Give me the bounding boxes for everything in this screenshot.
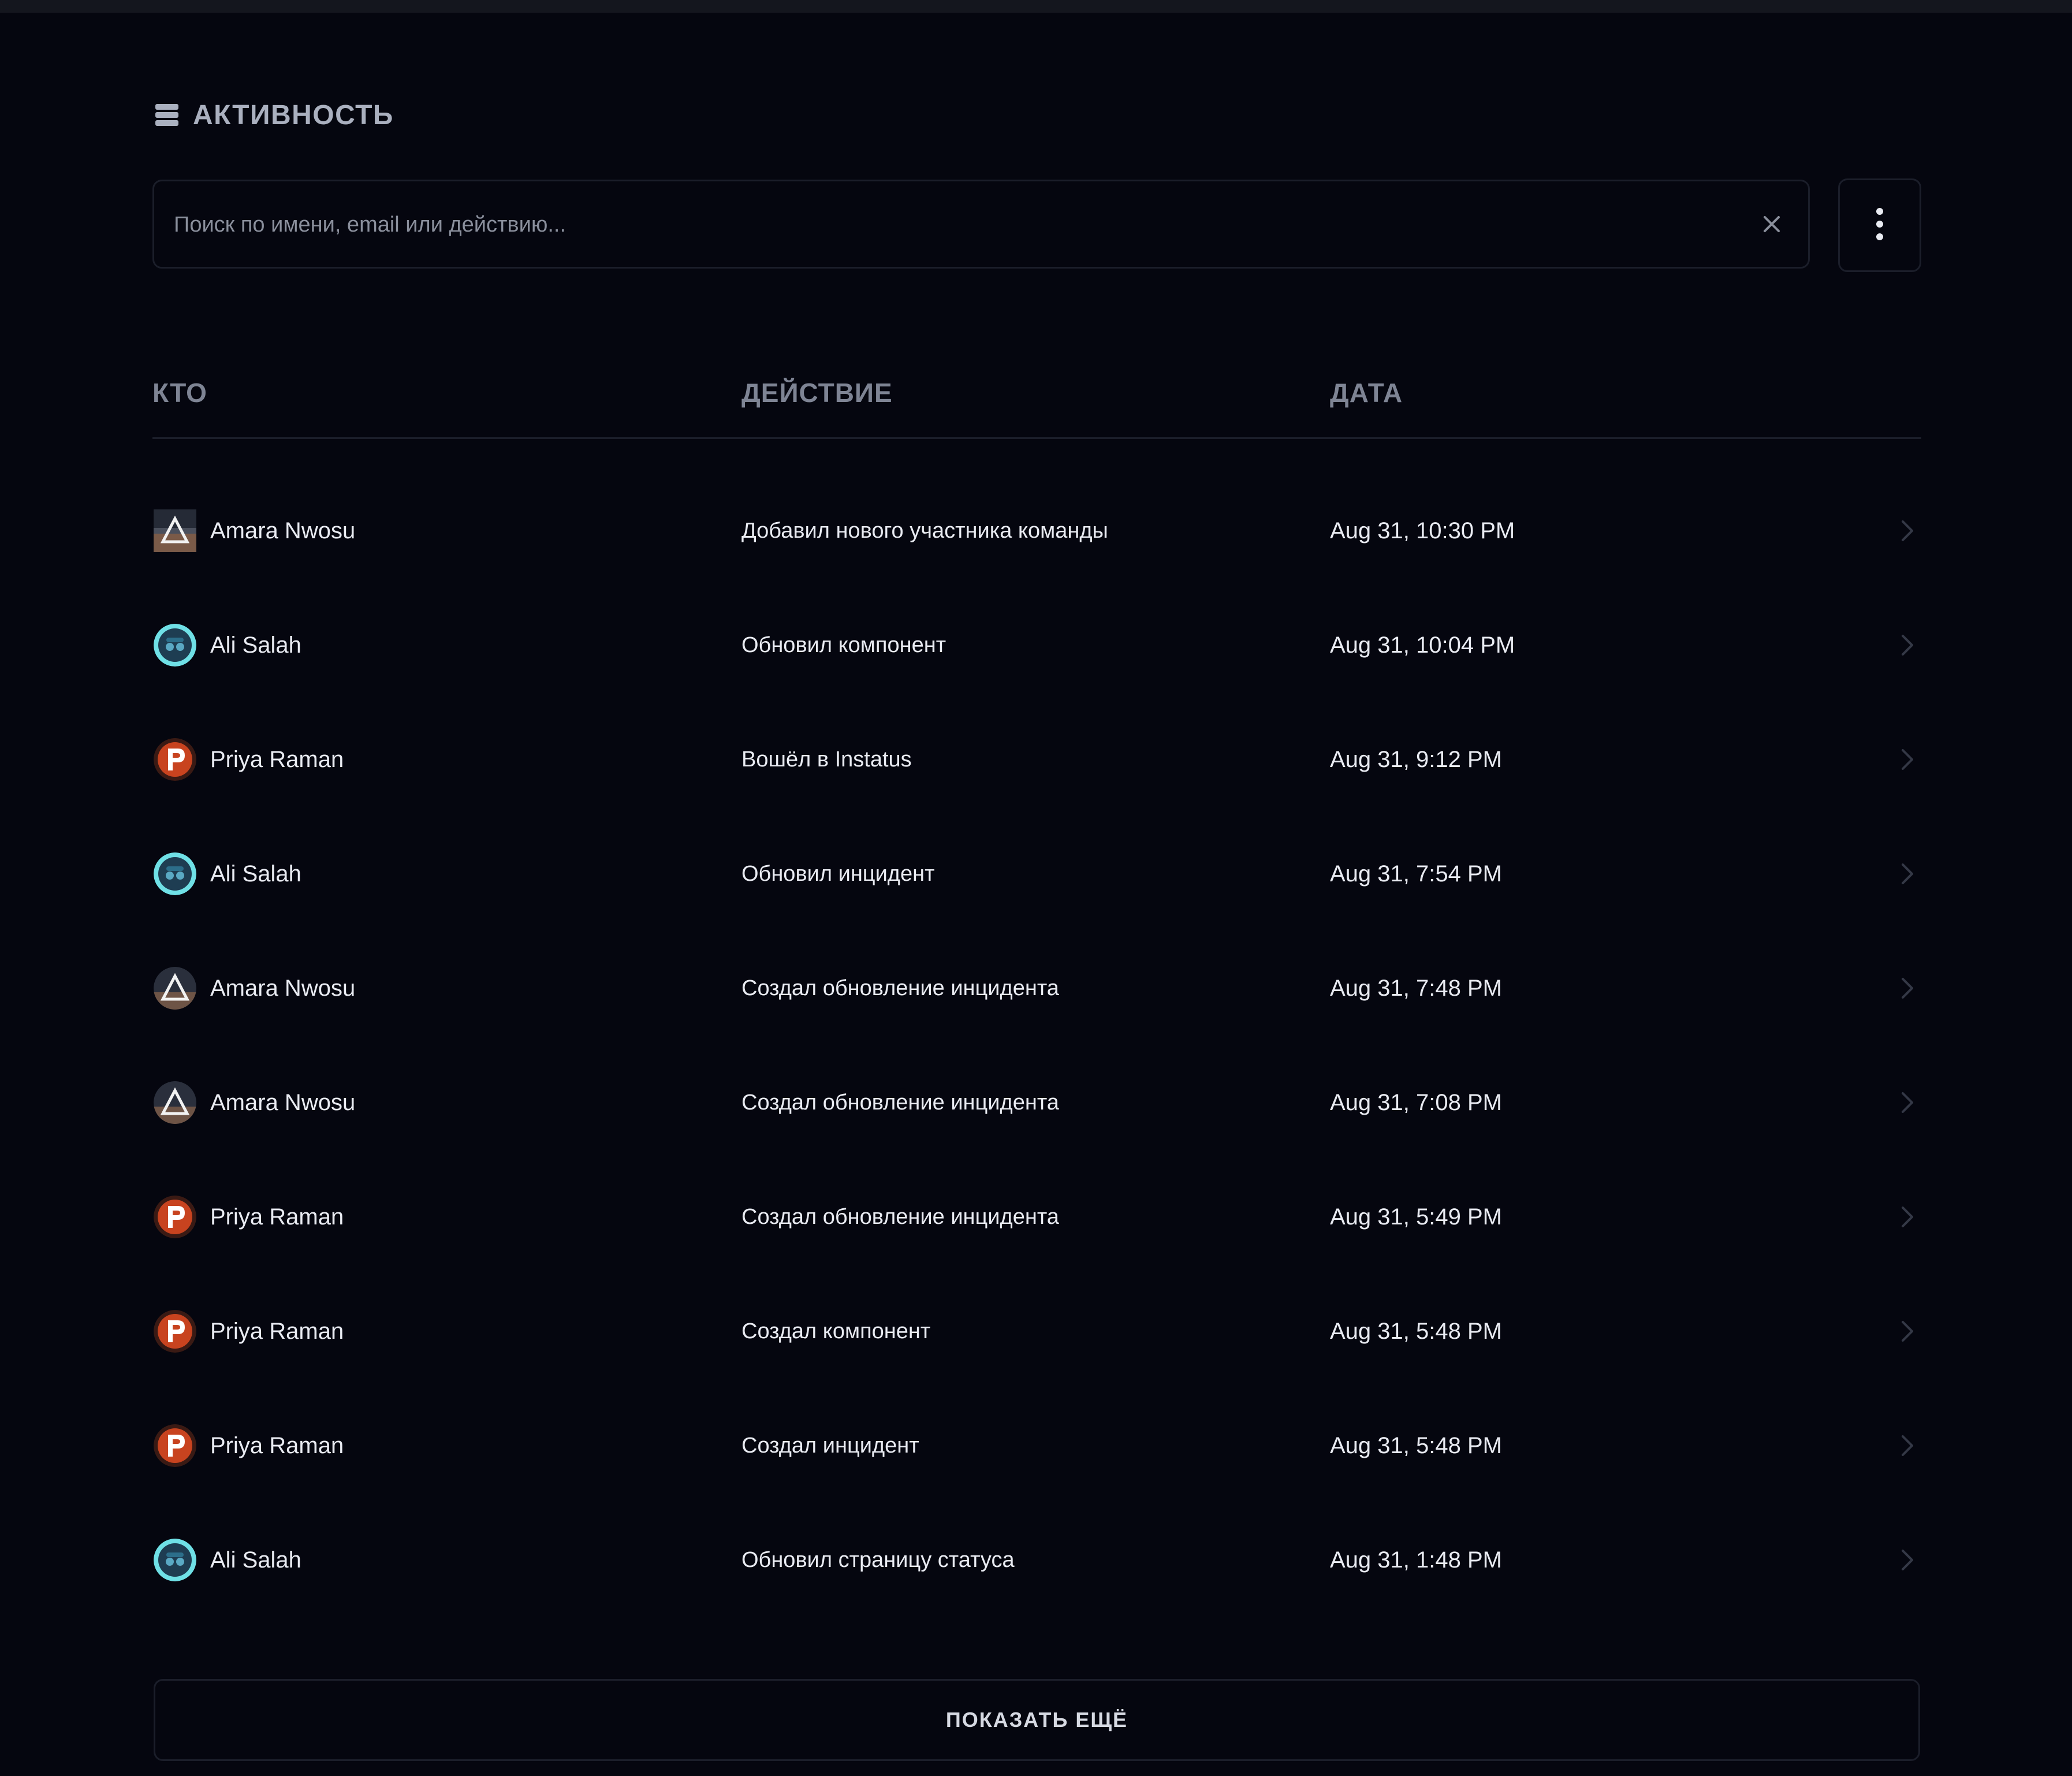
avatar <box>154 509 196 552</box>
action-cell: Создал обновление инцидента <box>741 1090 1059 1115</box>
date-cell: Aug 31, 1:48 PM <box>1330 1547 1502 1573</box>
user-name: Amara Nwosu <box>210 975 356 1001</box>
column-header-date: ДАТА <box>1330 378 1403 408</box>
date-cell: Aug 31, 5:48 PM <box>1330 1318 1502 1344</box>
chevron-right-icon <box>1894 517 1921 545</box>
table-row[interactable]: Priya Raman Создал обновление инцидента … <box>152 1160 1921 1274</box>
who-cell: Amara Nwosu <box>154 474 355 588</box>
page-title: АКТИВНОСТЬ <box>193 99 394 131</box>
date-cell: Aug 31, 10:30 PM <box>1330 517 1515 543</box>
column-header-who: КТО <box>152 378 207 408</box>
who-cell: Priya Raman <box>154 1160 344 1274</box>
layers-icon <box>154 102 180 128</box>
table-row[interactable]: Amara Nwosu Создал обновление инцидента … <box>152 931 1921 1045</box>
date-cell: Aug 31, 5:49 PM <box>1330 1204 1502 1230</box>
action-cell: Добавил нового участника команды <box>741 518 1108 543</box>
table-row[interactable]: Ali Salah Обновил страницу статуса Aug 3… <box>152 1503 1921 1617</box>
who-cell: Amara Nwosu <box>154 931 355 1045</box>
action-cell: Создал обновление инцидента <box>741 1204 1059 1229</box>
chevron-right-icon <box>1894 1317 1921 1345</box>
user-name: Priya Raman <box>210 746 344 772</box>
who-cell: Priya Raman <box>154 1388 344 1503</box>
chevron-right-icon <box>1894 746 1921 773</box>
date-cell: Aug 31, 7:08 PM <box>1330 1089 1502 1115</box>
date-cell: Aug 31, 5:48 PM <box>1330 1432 1502 1458</box>
user-name: Priya Raman <box>210 1318 344 1344</box>
chevron-right-icon <box>1894 974 1921 1002</box>
close-icon[interactable] <box>1757 210 1786 239</box>
table-row[interactable]: Priya Raman Вошёл в Instatus Aug 31, 9:1… <box>152 702 1921 817</box>
top-bar <box>0 0 2072 13</box>
show-more-button[interactable]: ПОКАЗАТЬ ЕЩЁ <box>154 1679 1920 1761</box>
action-cell: Создал инцидент <box>741 1433 919 1458</box>
user-name: Priya Raman <box>210 1204 344 1230</box>
avatar <box>154 1310 196 1353</box>
avatar <box>154 1424 196 1467</box>
vertical-dots-icon <box>1875 207 1884 244</box>
who-cell: Amara Nwosu <box>154 1045 355 1160</box>
action-cell: Обновил инцидент <box>741 861 935 886</box>
avatar <box>154 624 196 667</box>
avatar <box>154 738 196 781</box>
date-cell: Aug 31, 7:48 PM <box>1330 975 1502 1001</box>
column-header-action: ДЕЙСТВИЕ <box>741 378 893 408</box>
who-cell: Priya Raman <box>154 702 344 817</box>
chevron-right-icon <box>1894 1432 1921 1459</box>
user-name: Ali Salah <box>210 1547 301 1573</box>
chevron-right-icon <box>1894 631 1921 659</box>
action-cell: Создал обновление инцидента <box>741 976 1059 1000</box>
user-name: Amara Nwosu <box>210 517 356 543</box>
table-row[interactable]: Ali Salah Обновил инцидент Aug 31, 7:54 … <box>152 817 1921 931</box>
user-name: Priya Raman <box>210 1432 344 1458</box>
table-header: КТО ДЕЙСТВИЕ ДАТА <box>152 373 1921 439</box>
chevron-right-icon <box>1894 1546 1921 1574</box>
activity-list: Amara Nwosu Добавил нового участника ком… <box>152 474 1921 1617</box>
user-name: Ali Salah <box>210 861 301 887</box>
avatar <box>154 1081 196 1124</box>
action-cell: Создал компонент <box>741 1319 931 1343</box>
chevron-right-icon <box>1894 860 1921 888</box>
avatar <box>154 1539 196 1581</box>
date-cell: Aug 31, 7:54 PM <box>1330 861 1502 887</box>
more-options-button[interactable] <box>1838 178 1921 272</box>
chevron-right-icon <box>1894 1203 1921 1231</box>
table-row[interactable]: Amara Nwosu Создал обновление инцидента … <box>152 1045 1921 1160</box>
avatar <box>154 967 196 1010</box>
table-row[interactable]: Amara Nwosu Добавил нового участника ком… <box>152 474 1921 588</box>
action-cell: Обновил компонент <box>741 632 946 657</box>
table-row[interactable]: Ali Salah Обновил компонент Aug 31, 10:0… <box>152 588 1921 702</box>
avatar <box>154 1196 196 1238</box>
action-cell: Обновил страницу статуса <box>741 1547 1015 1572</box>
search-box <box>152 180 1810 269</box>
who-cell: Priya Raman <box>154 1274 344 1388</box>
who-cell: Ali Salah <box>154 1503 301 1617</box>
user-name: Amara Nwosu <box>210 1089 356 1115</box>
chevron-right-icon <box>1894 1089 1921 1116</box>
page-header: АКТИВНОСТЬ <box>154 97 394 133</box>
search-input[interactable] <box>173 181 1723 268</box>
table-row[interactable]: Priya Raman Создал компонент Aug 31, 5:4… <box>152 1274 1921 1388</box>
user-name: Ali Salah <box>210 632 301 658</box>
date-cell: Aug 31, 9:12 PM <box>1330 746 1502 772</box>
who-cell: Ali Salah <box>154 588 301 702</box>
table-row[interactable]: Priya Raman Создал инцидент Aug 31, 5:48… <box>152 1388 1921 1503</box>
avatar <box>154 852 196 895</box>
date-cell: Aug 31, 10:04 PM <box>1330 632 1515 658</box>
action-cell: Вошёл в Instatus <box>741 747 912 772</box>
who-cell: Ali Salah <box>154 817 301 931</box>
